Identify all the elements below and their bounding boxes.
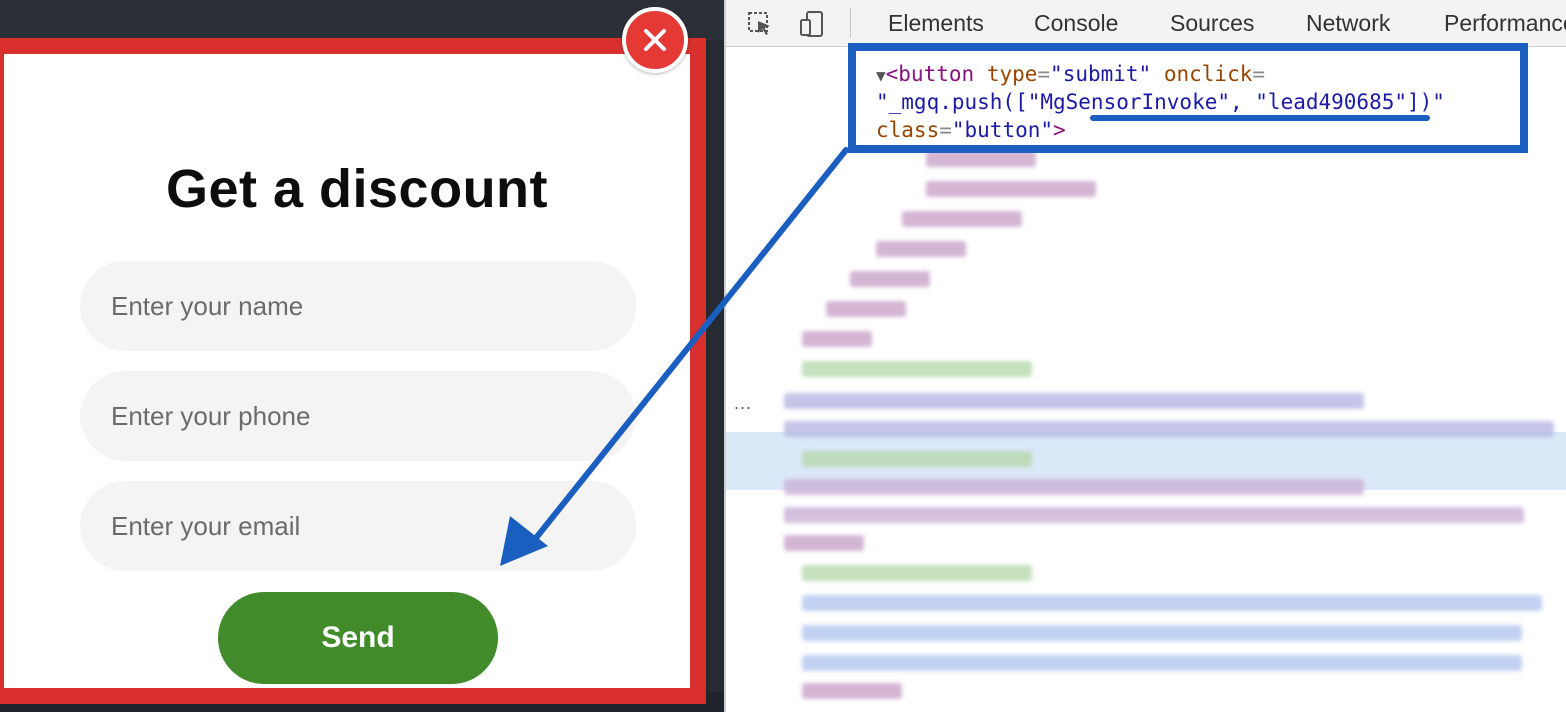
blurred-dom-line — [802, 451, 1032, 467]
discount-modal: Get a discount Enter your name Enter you… — [0, 38, 706, 704]
code-tag-close: > — [1053, 118, 1066, 142]
devtools-tab-bar: Elements Console Sources Network Perform… — [726, 0, 1566, 47]
blurred-dom-line — [902, 211, 1022, 227]
toolbar-divider — [850, 8, 851, 38]
code-attr-onclick: onclick — [1163, 62, 1253, 86]
modal-title: Get a discount — [165, 159, 549, 219]
code-line-class: class="button"> — [876, 118, 1066, 142]
expand-triangle-icon[interactable]: ▼ — [876, 66, 886, 85]
code-attr-type: type — [986, 62, 1038, 86]
inspect-element-icon[interactable] — [746, 10, 774, 38]
close-modal-button[interactable] — [622, 7, 688, 73]
webpage-viewport: Get a discount Enter your name Enter you… — [0, 0, 724, 712]
blurred-dom-line — [802, 595, 1542, 611]
event-id-underline — [1090, 115, 1430, 121]
blurred-dom-line — [826, 301, 906, 317]
blurred-dom-line — [802, 361, 1032, 377]
blurred-dom-line — [784, 507, 1524, 523]
blurred-dom-line — [850, 271, 930, 287]
tab-sources[interactable]: Sources — [1170, 10, 1254, 37]
blurred-dom-line — [802, 565, 1032, 581]
blurred-dom-line — [926, 181, 1096, 197]
code-tag: <button — [885, 62, 975, 86]
device-toolbar-icon[interactable] — [798, 10, 826, 38]
email-input[interactable]: Enter your email — [80, 481, 636, 571]
code-line-onclick-value: "_mgq.push(["MgSensorInvoke", "lead49068… — [876, 90, 1445, 114]
code-attr-class: class — [876, 118, 940, 142]
blurred-dom-line — [802, 625, 1522, 641]
tab-elements[interactable]: Elements — [888, 10, 984, 37]
code-line-button-open: ▼<button type="submit" onclick= — [876, 62, 1266, 86]
blurred-dom-line — [802, 683, 902, 699]
code-val-onclick: "_mgq.push(["MgSensorInvoke", "lead49068… — [876, 90, 1445, 114]
phone-input[interactable]: Enter your phone — [80, 371, 636, 461]
blurred-dom-line — [784, 535, 864, 551]
close-icon — [644, 29, 666, 51]
page-header-background — [0, 0, 724, 40]
send-button[interactable]: Send — [218, 592, 498, 684]
blurred-dom-line — [784, 421, 1554, 437]
blurred-dom-line — [802, 331, 872, 347]
row-ellipsis[interactable]: ... — [734, 393, 752, 414]
blurred-dom-line — [802, 655, 1522, 671]
tab-network[interactable]: Network — [1306, 10, 1390, 37]
blurred-dom-line — [926, 151, 1036, 167]
blurred-dom-line — [876, 241, 966, 257]
tab-performance[interactable]: Performance — [1444, 10, 1566, 37]
code-val-class: "button" — [951, 118, 1054, 142]
blurred-dom-line — [784, 393, 1364, 409]
tab-console[interactable]: Console — [1034, 10, 1118, 37]
code-val-type: "submit" — [1050, 62, 1152, 86]
name-input[interactable]: Enter your name — [80, 261, 636, 351]
blurred-dom-line — [784, 479, 1364, 495]
